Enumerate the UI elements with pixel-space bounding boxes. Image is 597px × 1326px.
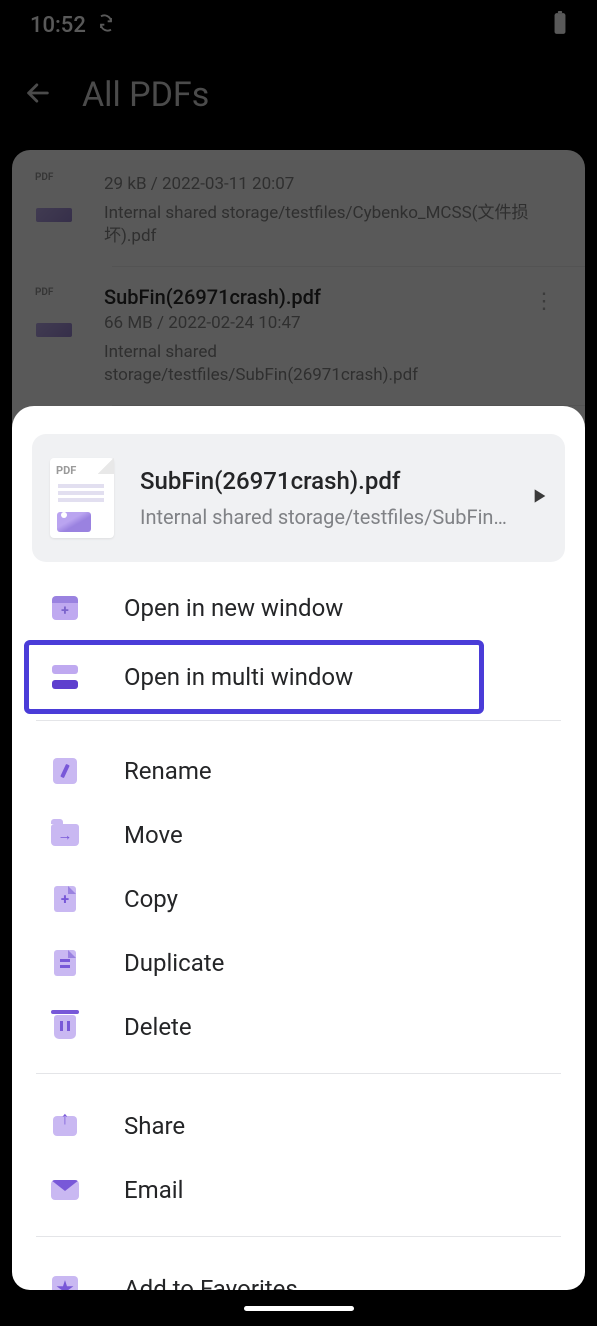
- delete-icon: [50, 1012, 80, 1042]
- menu-open-multi-window[interactable]: Open in multi window: [29, 645, 479, 709]
- status-time: 10:52: [30, 13, 86, 38]
- new-window-icon: [50, 593, 80, 623]
- context-menu-sheet: PDF SubFin(26971crash).pdf Internal shar…: [12, 406, 585, 1290]
- sync-icon: [96, 13, 116, 37]
- menu-delete[interactable]: Delete: [12, 995, 585, 1059]
- menu-label: Add to Favorites: [124, 1275, 298, 1290]
- pdf-thumb-icon: PDF: [50, 458, 114, 538]
- page-title: All PDFs: [82, 75, 209, 115]
- menu-label: Move: [124, 821, 183, 849]
- nav-bar: [0, 1290, 597, 1326]
- menu-copy[interactable]: Copy: [12, 867, 585, 931]
- file-path: Internal shared storage/testfiles/Cybenk…: [104, 202, 565, 248]
- menu-label: Email: [124, 1176, 183, 1204]
- sheet-file-path: Internal shared storage/testfiles/SubFin…: [140, 505, 507, 529]
- share-icon: [50, 1111, 80, 1141]
- menu-share[interactable]: Share: [12, 1094, 585, 1158]
- home-indicator[interactable]: [244, 1306, 354, 1311]
- file-path: Internal shared storage/testfiles/SubFin…: [104, 341, 499, 387]
- menu-open-new-window[interactable]: Open in new window: [12, 576, 585, 640]
- sheet-file-title: SubFin(26971crash).pdf: [140, 467, 507, 495]
- menu-label: Rename: [124, 757, 212, 785]
- menu-email[interactable]: Email: [12, 1158, 585, 1222]
- menu-label: Duplicate: [124, 949, 224, 977]
- menu-duplicate[interactable]: Duplicate: [12, 931, 585, 995]
- menu-label: Open in new window: [124, 594, 343, 622]
- menu-rename[interactable]: Rename: [12, 739, 585, 803]
- divider: [112, 266, 585, 267]
- chevron-right-icon: [533, 488, 547, 508]
- highlighted-menu-item: Open in multi window: [24, 640, 484, 714]
- multi-window-icon: [50, 662, 80, 692]
- file-list-item[interactable]: 29 kB / 2022-03-11 20:07 Internal shared…: [12, 158, 585, 260]
- battery-icon: [553, 11, 567, 39]
- pdf-thumb-icon: [32, 170, 80, 226]
- duplicate-icon: [50, 948, 80, 978]
- sheet-file-header[interactable]: PDF SubFin(26971crash).pdf Internal shar…: [32, 434, 565, 562]
- more-icon[interactable]: ⋮: [523, 285, 565, 318]
- file-meta: 66 MB / 2022-02-24 10:47: [104, 313, 499, 333]
- menu-label: Delete: [124, 1013, 192, 1041]
- file-title: SubFin(26971crash).pdf: [104, 285, 499, 309]
- email-icon: [50, 1175, 80, 1205]
- copy-icon: [50, 884, 80, 914]
- status-bar: 10:52: [0, 0, 597, 50]
- menu-move[interactable]: Move: [12, 803, 585, 867]
- pdf-thumb-icon: [32, 285, 80, 341]
- menu-label: Share: [124, 1112, 185, 1140]
- menu-label: Copy: [124, 885, 178, 913]
- file-list-item[interactable]: SubFin(26971crash).pdf 66 MB / 2022-02-2…: [12, 273, 585, 399]
- menu-label: Open in multi window: [124, 663, 353, 691]
- app-header: All PDFs: [0, 50, 597, 140]
- file-meta: 29 kB / 2022-03-11 20:07: [104, 174, 565, 194]
- back-arrow-icon[interactable]: [24, 79, 52, 111]
- rename-icon: [50, 756, 80, 786]
- menu-add-favorites[interactable]: ★ Add to Favorites: [12, 1257, 585, 1290]
- move-icon: [50, 820, 80, 850]
- star-icon: ★: [50, 1274, 80, 1290]
